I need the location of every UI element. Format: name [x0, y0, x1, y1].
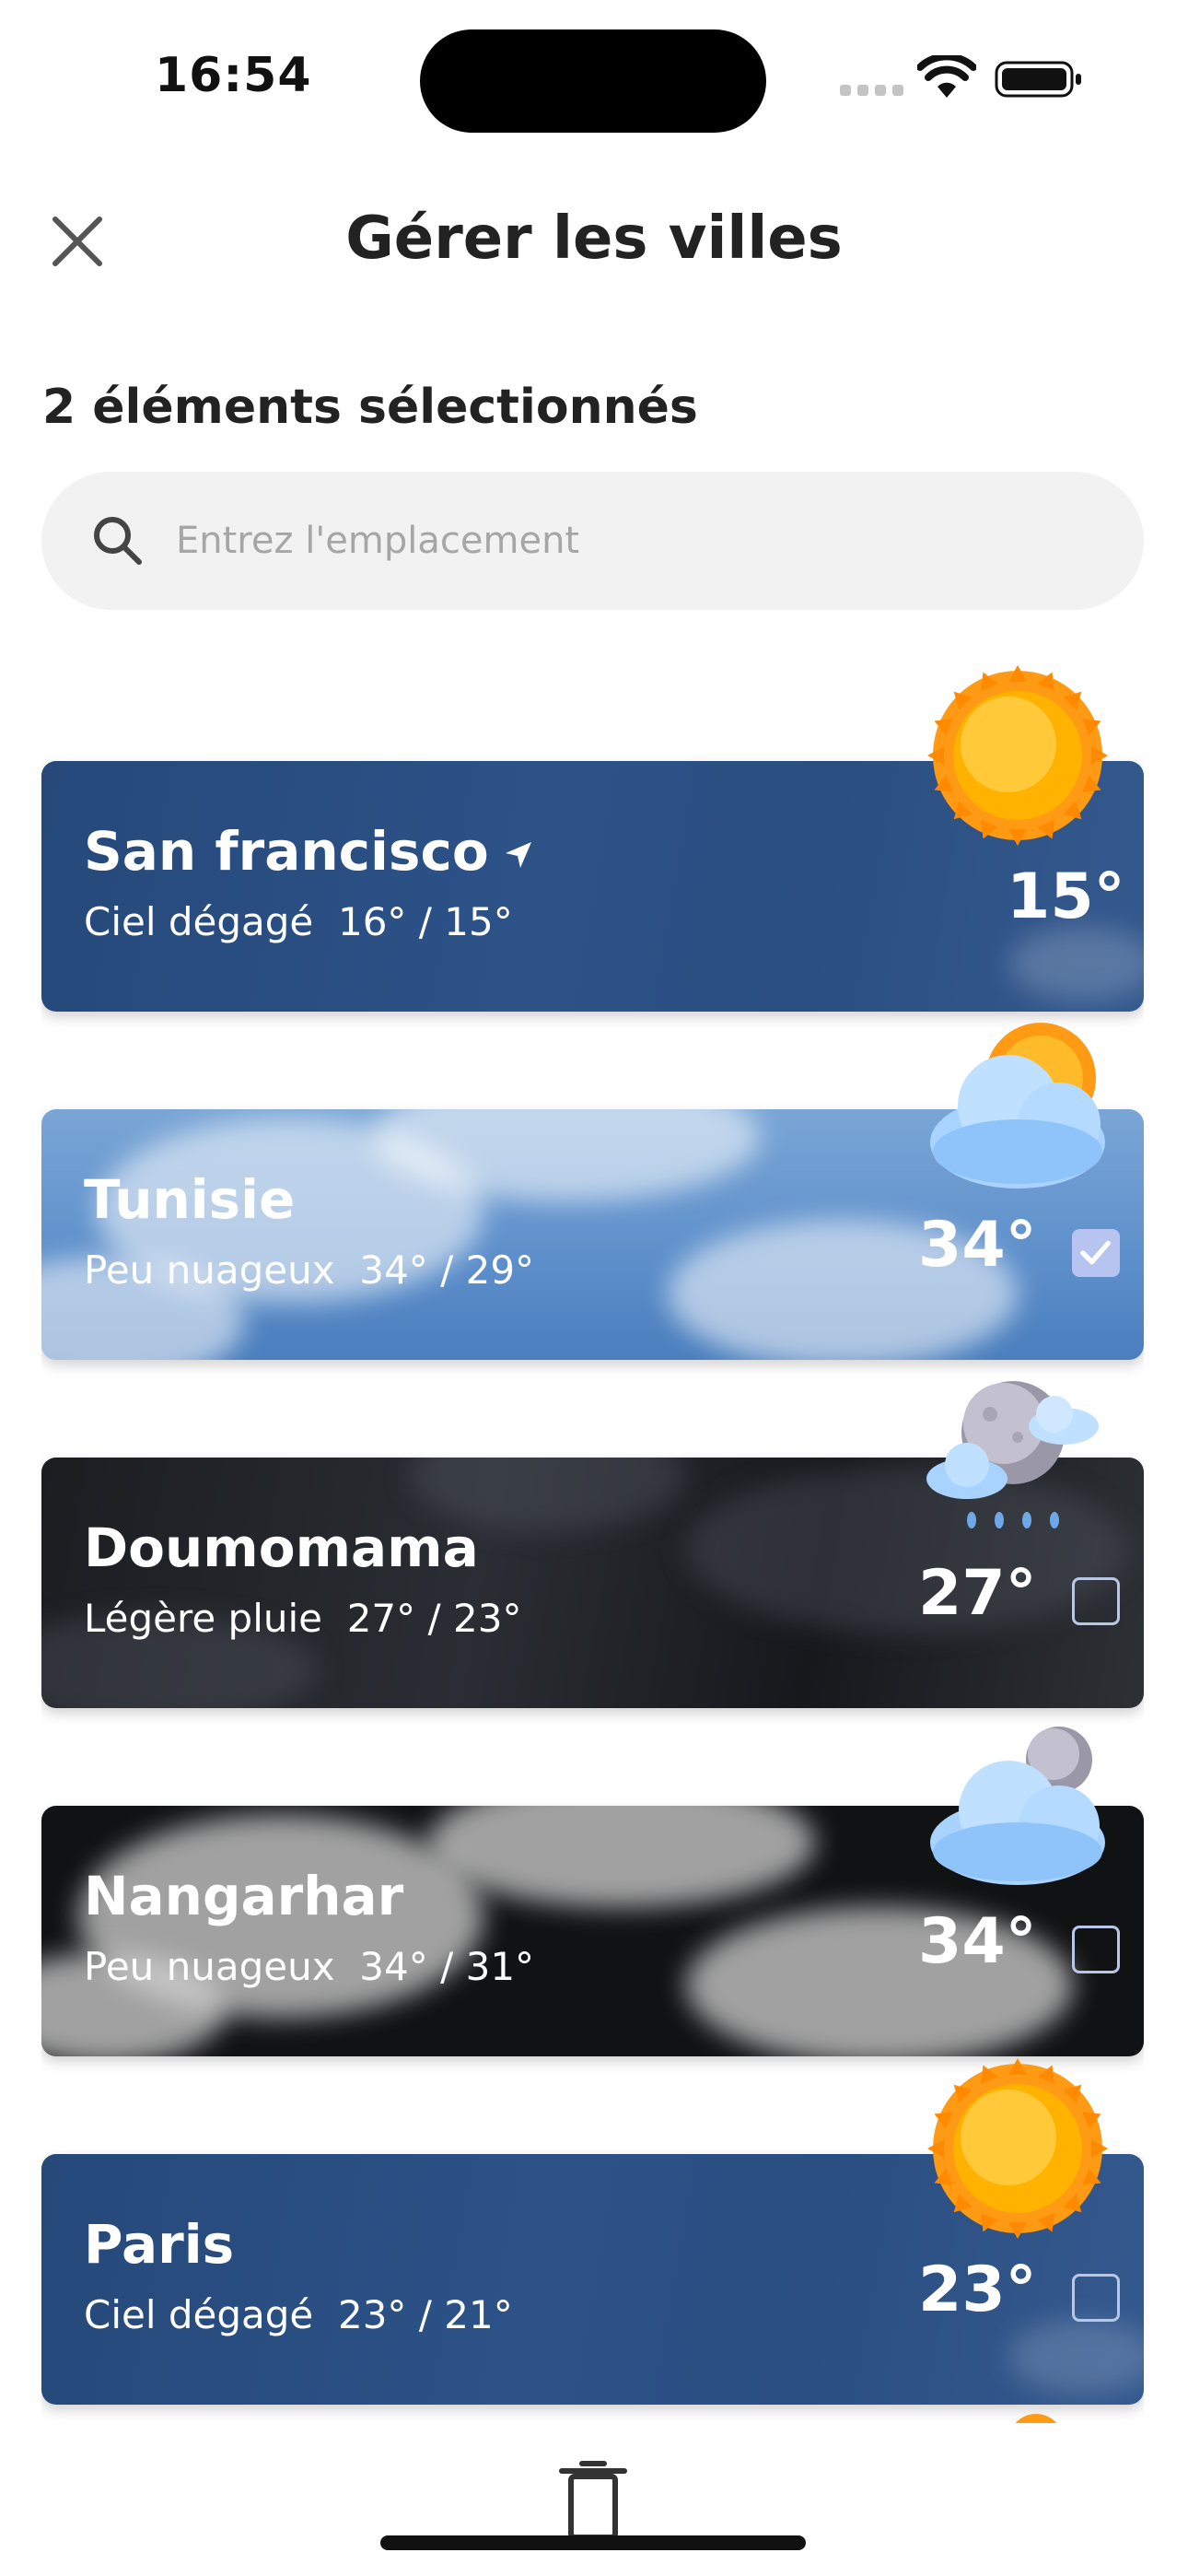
- home-indicator: [380, 2535, 806, 2550]
- city-name: Paris: [84, 2213, 235, 2276]
- selection-count: 2 éléments sélectionnés: [42, 380, 698, 435]
- city-name: San francisco: [84, 820, 535, 883]
- city-card-san-francisco[interactable]: San francisco Ciel dégagé 16° / 15° 15°: [41, 761, 1144, 1012]
- bottom-action-bar: [0, 2423, 1188, 2576]
- search-bar[interactable]: [41, 472, 1144, 610]
- card-background: [41, 761, 1144, 1012]
- city-card-paris[interactable]: Paris Ciel dégagé 23° / 21° 23°: [41, 2154, 1144, 2405]
- trash-icon: [559, 2461, 627, 2540]
- status-time: 16:54: [155, 48, 312, 103]
- page-title: Gérer les villes: [345, 205, 843, 273]
- delete-button[interactable]: [556, 2460, 630, 2543]
- city-condition-range: Peu nuageux 34° / 29°: [84, 1247, 535, 1293]
- select-checkbox[interactable]: [1072, 2274, 1120, 2322]
- status-bar: 16:54: [0, 0, 1188, 157]
- city-condition-range: Légère pluie 27° / 23°: [84, 1596, 522, 1641]
- city-name: Tunisie: [84, 1168, 296, 1231]
- city-temperature: 23°: [918, 2254, 1037, 2326]
- city-condition-range: Ciel dégagé 16° / 15°: [84, 899, 513, 944]
- city-card-doumomama[interactable]: Doumomama Légère pluie 27° / 23° 27°: [41, 1458, 1144, 1708]
- search-icon: [94, 517, 142, 565]
- city-condition-range: Peu nuageux 34° / 31°: [84, 1944, 535, 1989]
- city-name: Doumomama: [84, 1516, 479, 1579]
- signal-icon: [840, 77, 904, 96]
- select-checkbox[interactable]: [1072, 1577, 1120, 1625]
- city-temperature: 34°: [918, 1905, 1037, 1978]
- city-temperature: 34°: [918, 1209, 1037, 1282]
- search-input[interactable]: [176, 509, 1097, 573]
- checkmark-icon: [1080, 1240, 1111, 1265]
- city-condition-range: Ciel dégagé 23° / 21°: [84, 2292, 513, 2337]
- location-arrow-icon: [505, 841, 531, 868]
- wifi-icon: [917, 55, 976, 98]
- select-checkbox[interactable]: [1072, 1229, 1120, 1277]
- city-name: Nangarhar: [84, 1865, 404, 1927]
- city-temperature: 15°: [1007, 861, 1125, 933]
- city-card-nangarhar[interactable]: Nangarhar Peu nuageux 34° / 31° 34°: [41, 1806, 1144, 2056]
- select-checkbox[interactable]: [1072, 1926, 1120, 1973]
- city-list: San francisco Ciel dégagé 16° / 15° 15°: [41, 663, 1144, 2423]
- sun-icon: [1015, 2414, 1057, 2423]
- battery-icon: [995, 61, 1081, 98]
- dynamic-island: [420, 29, 766, 133]
- city-card-tunisie[interactable]: Tunisie Peu nuageux 34° / 29° 34°: [41, 1109, 1144, 1360]
- city-temperature: 27°: [918, 1557, 1037, 1630]
